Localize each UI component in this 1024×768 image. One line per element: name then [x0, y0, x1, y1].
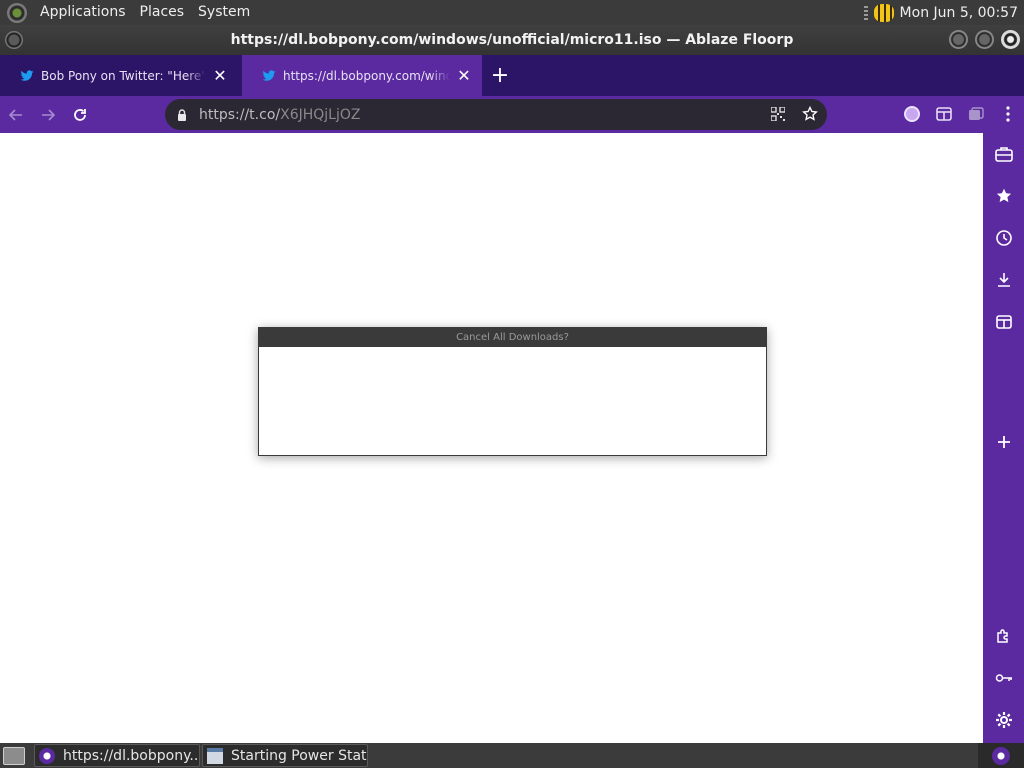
taskbar-item-label: https://dl.bobpony....: [63, 747, 200, 764]
new-tab-button[interactable]: +: [486, 55, 514, 96]
url-text-path: X6JHQjLjOZ: [280, 106, 361, 123]
lock-icon[interactable]: [177, 108, 187, 121]
dialog-title[interactable]: Cancel All Downloads?: [259, 328, 766, 347]
tab-strip: Bob Pony on Twitter: "Here's a VERY ✕ ht…: [0, 55, 1024, 96]
floorp-tray-icon[interactable]: [992, 746, 1010, 765]
plus-icon: [998, 436, 1010, 448]
sidebar-toggle-button[interactable]: [928, 98, 960, 130]
taskbar-item-floorp[interactable]: https://dl.bobpony....: [34, 744, 200, 767]
tray-handle-icon: [863, 5, 868, 20]
show-desktop-button[interactable]: [3, 746, 25, 765]
puzzle-piece-icon: [997, 629, 1008, 643]
sidebar-history-button[interactable]: [993, 227, 1015, 249]
clock[interactable]: Mon Jun 5, 00:57: [900, 5, 1018, 21]
window-icon: [207, 747, 223, 764]
sidebar-toolbox-button[interactable]: [993, 143, 1015, 165]
top-panel: Applications Places System Mon Jun 5, 00…: [0, 0, 1024, 25]
forward-button[interactable]: [32, 99, 64, 131]
reload-icon: [74, 108, 86, 121]
url-text-prefix: https://t.co/: [199, 106, 281, 123]
key-icon: [995, 674, 1012, 682]
cancel-downloads-dialog: Cancel All Downloads?: [258, 327, 767, 456]
distro-logo-icon[interactable]: [7, 2, 27, 23]
gear-icon: [996, 712, 1012, 728]
top-panel-tray: Mon Jun 5, 00:57: [863, 0, 1024, 25]
close-tab-icon[interactable]: ✕: [456, 67, 472, 84]
sidebar-passwords-button[interactable]: [993, 667, 1015, 689]
url-actions: [769, 105, 819, 123]
arrow-right-icon: [42, 108, 56, 121]
star-icon: [996, 188, 1012, 203]
tab-manager-button[interactable]: [960, 98, 992, 130]
twitter-bird-icon: [262, 69, 276, 81]
close-tab-icon[interactable]: ✕: [212, 67, 228, 84]
sidebar-bookmarks-button[interactable]: [993, 185, 1015, 207]
url-bar[interactable]: https://t.co/X6JHQjLjOZ: [165, 99, 827, 130]
sidebar-downloads-button[interactable]: [993, 269, 1015, 291]
close-window-button[interactable]: [1001, 30, 1020, 49]
window-menu-icon[interactable]: [5, 31, 23, 49]
floorp-icon: [39, 747, 55, 764]
nav-right-toolbar: [896, 98, 1024, 130]
browser-sidebar: [983, 133, 1024, 743]
dialog-body: [259, 347, 766, 455]
star-outline-icon: [802, 106, 818, 121]
sidebar-panel-button[interactable]: [993, 311, 1015, 333]
clock-icon: [996, 230, 1012, 246]
sidebar-panel-icon: [996, 315, 1012, 329]
download-icon: [998, 273, 1010, 287]
maximize-button[interactable]: [975, 30, 994, 49]
tab-title: https://dl.bobpony.com/windows/unofficia…: [283, 68, 450, 83]
qr-code-button[interactable]: [769, 105, 787, 123]
bee-tray-icon[interactable]: [873, 3, 894, 22]
profile-button[interactable]: [896, 98, 928, 130]
sidebar-panel-icon: [936, 107, 952, 121]
twitter-bird-icon: [20, 69, 34, 81]
tab-twitter[interactable]: Bob Pony on Twitter: "Here's a VERY ✕: [0, 55, 238, 96]
window-controls: [949, 30, 1020, 49]
tab-title: Bob Pony on Twitter: "Here's a VERY: [41, 68, 206, 83]
kebab-menu-icon: [1006, 106, 1010, 122]
system-menu[interactable]: System: [191, 0, 257, 25]
tab-micro11-iso[interactable]: https://dl.bobpony.com/windows/unofficia…: [242, 55, 482, 96]
nav-bar: https://t.co/X6JHQjLjOZ: [0, 96, 1024, 133]
bottom-panel: https://dl.bobpony.... Starting Power St…: [0, 743, 1024, 768]
bookmark-star-button[interactable]: [801, 105, 819, 123]
reload-button[interactable]: [64, 99, 96, 131]
tray-floorp-area: [978, 743, 1024, 768]
briefcase-icon: [995, 147, 1013, 162]
profile-icon: [904, 106, 920, 122]
sidebar-add-button[interactable]: [993, 431, 1015, 453]
taskbar-item-label: Starting Power Stati...: [231, 747, 367, 764]
window-titlebar[interactable]: https://dl.bobpony.com/windows/unofficia…: [0, 25, 1024, 55]
sidebar-settings-button[interactable]: [993, 709, 1015, 731]
minimize-button[interactable]: [949, 30, 968, 49]
app-menu-button[interactable]: [992, 98, 1024, 130]
window-title: https://dl.bobpony.com/windows/unofficia…: [230, 32, 794, 48]
taskbar-item-power-station[interactable]: Starting Power Stati...: [202, 744, 368, 767]
tabs-stack-icon: [969, 107, 984, 120]
applications-menu[interactable]: Applications: [33, 0, 133, 25]
sidebar-extensions-button[interactable]: [993, 625, 1015, 647]
back-button[interactable]: [0, 99, 32, 131]
arrow-left-icon: [8, 108, 22, 121]
places-menu[interactable]: Places: [133, 0, 192, 25]
qr-code-icon: [771, 107, 785, 121]
